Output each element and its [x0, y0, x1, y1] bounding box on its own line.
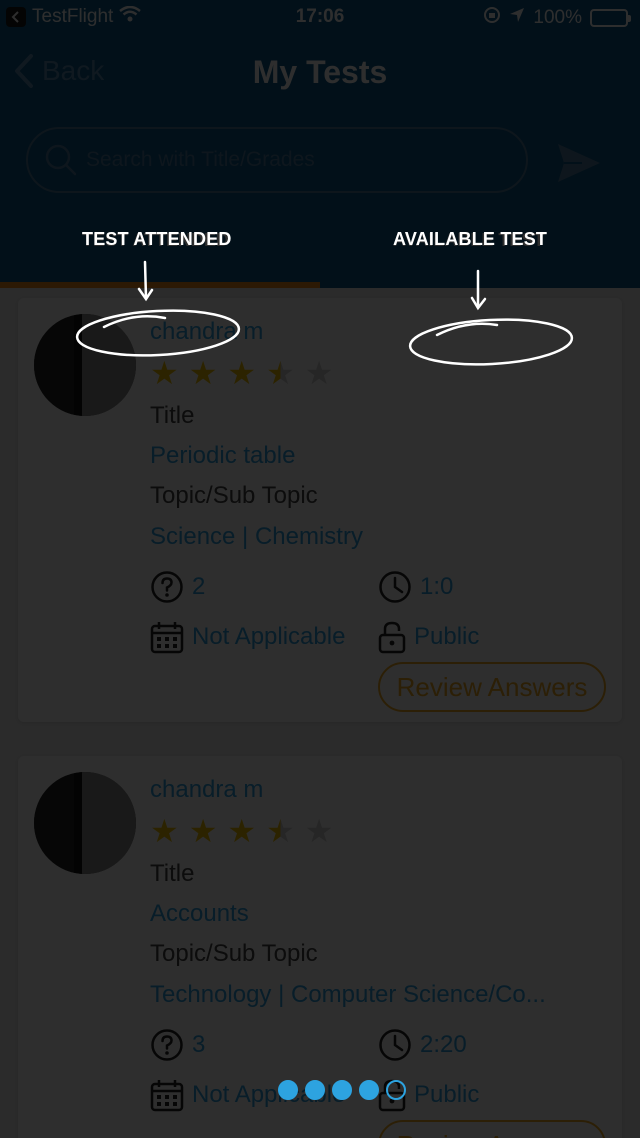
page-dot[interactable] — [278, 1080, 298, 1100]
duration: 2:20 — [378, 1028, 467, 1062]
page-dot[interactable] — [359, 1080, 379, 1100]
star-icon: ★ — [227, 813, 257, 849]
visibility-value: Public — [414, 623, 480, 650]
star-icon: ★ — [304, 355, 334, 391]
calendar-icon — [150, 622, 184, 654]
clock-icon — [379, 571, 411, 603]
star-icon: ★ — [150, 355, 179, 391]
search-bar — [0, 108, 640, 210]
nav-bar: Back My Tests — [0, 36, 640, 108]
status-left: TestFlight — [6, 5, 142, 28]
topic-label: Topic/Sub Topic — [150, 940, 318, 967]
test-title: Periodic table — [150, 442, 296, 469]
visibility-value: Public — [414, 1081, 480, 1108]
title-label: Title — [150, 402, 195, 429]
duration: 1:0 — [378, 570, 453, 604]
topic-label: Topic/Sub Topic — [150, 482, 318, 509]
schedule: Not Applicable — [150, 620, 345, 654]
walkthrough-page-indicator[interactable] — [278, 1080, 406, 1100]
question-count: 2 — [150, 570, 205, 604]
search-input[interactable] — [86, 148, 506, 172]
search-field[interactable] — [26, 127, 528, 193]
battery-icon — [590, 9, 631, 27]
rating-stars: ★ ★ ★ ★ ★ — [150, 356, 333, 390]
status-right: 100% — [483, 6, 631, 30]
star-icon: ★ — [304, 813, 334, 849]
avatar — [34, 314, 136, 416]
carrier-label: TestFlight — [32, 6, 114, 27]
question-count: 3 — [150, 1028, 205, 1062]
wifi-icon — [119, 5, 142, 28]
chevron-left-icon — [15, 54, 33, 88]
question-icon — [151, 571, 183, 603]
schedule-value: Not Applicable — [192, 623, 346, 650]
author-name[interactable]: chandra m — [150, 318, 263, 346]
page-dot[interactable] — [386, 1080, 406, 1100]
status-bar: TestFlight 17:06 100% — [0, 0, 640, 36]
star-icon: ★ — [188, 355, 218, 391]
tip-available-test: AVAILABLE TEST — [393, 229, 548, 249]
page-dot[interactable] — [332, 1080, 352, 1100]
search-icon — [45, 144, 77, 176]
question-count-value: 3 — [192, 1031, 206, 1058]
location-icon — [509, 7, 525, 29]
rating-stars: ★ ★ ★ ★ ★ — [150, 814, 333, 848]
test-list[interactable]: chandra m ★ ★ ★ ★ ★ Title Periodic table… — [0, 288, 640, 1138]
visibility: Public — [378, 620, 479, 654]
star-icon: ★ — [266, 813, 295, 849]
title-label: Title — [150, 860, 195, 887]
review-answers-button[interactable]: Review Answers — [378, 662, 606, 712]
duration-value: 2:20 — [420, 1031, 467, 1058]
star-icon: ★ — [266, 355, 295, 391]
back-to-app-icon[interactable] — [6, 7, 26, 27]
battery-percent: 100% — [533, 7, 582, 28]
star-icon: ★ — [150, 813, 179, 849]
question-icon — [151, 1029, 183, 1061]
author-name[interactable]: chandra m — [150, 776, 263, 804]
send-icon — [558, 144, 600, 182]
calendar-icon — [150, 1080, 184, 1112]
test-topic: Technology | Computer Science/Co... — [150, 981, 546, 1008]
test-topic: Science | Chemistry — [150, 523, 363, 550]
star-icon: ★ — [227, 355, 257, 391]
lock-icon — [378, 621, 406, 654]
duration-value: 1:0 — [420, 573, 454, 600]
send-button[interactable] — [556, 142, 602, 184]
orientation-lock-icon — [483, 6, 501, 30]
back-label: Back — [42, 55, 105, 86]
question-count-value: 2 — [192, 573, 206, 600]
test-card[interactable]: chandra m ★ ★ ★ ★ ★ Title Periodic table… — [18, 298, 622, 722]
back-button[interactable]: Back — [14, 54, 104, 88]
review-answers-button[interactable]: Review Answers — [378, 1120, 606, 1138]
page-dot[interactable] — [305, 1080, 325, 1100]
test-title: Accounts — [150, 900, 249, 927]
avatar — [34, 772, 136, 874]
clock-icon — [379, 1029, 411, 1061]
star-icon: ★ — [188, 813, 218, 849]
tip-test-attended: TEST ATTENDED — [82, 229, 232, 249]
